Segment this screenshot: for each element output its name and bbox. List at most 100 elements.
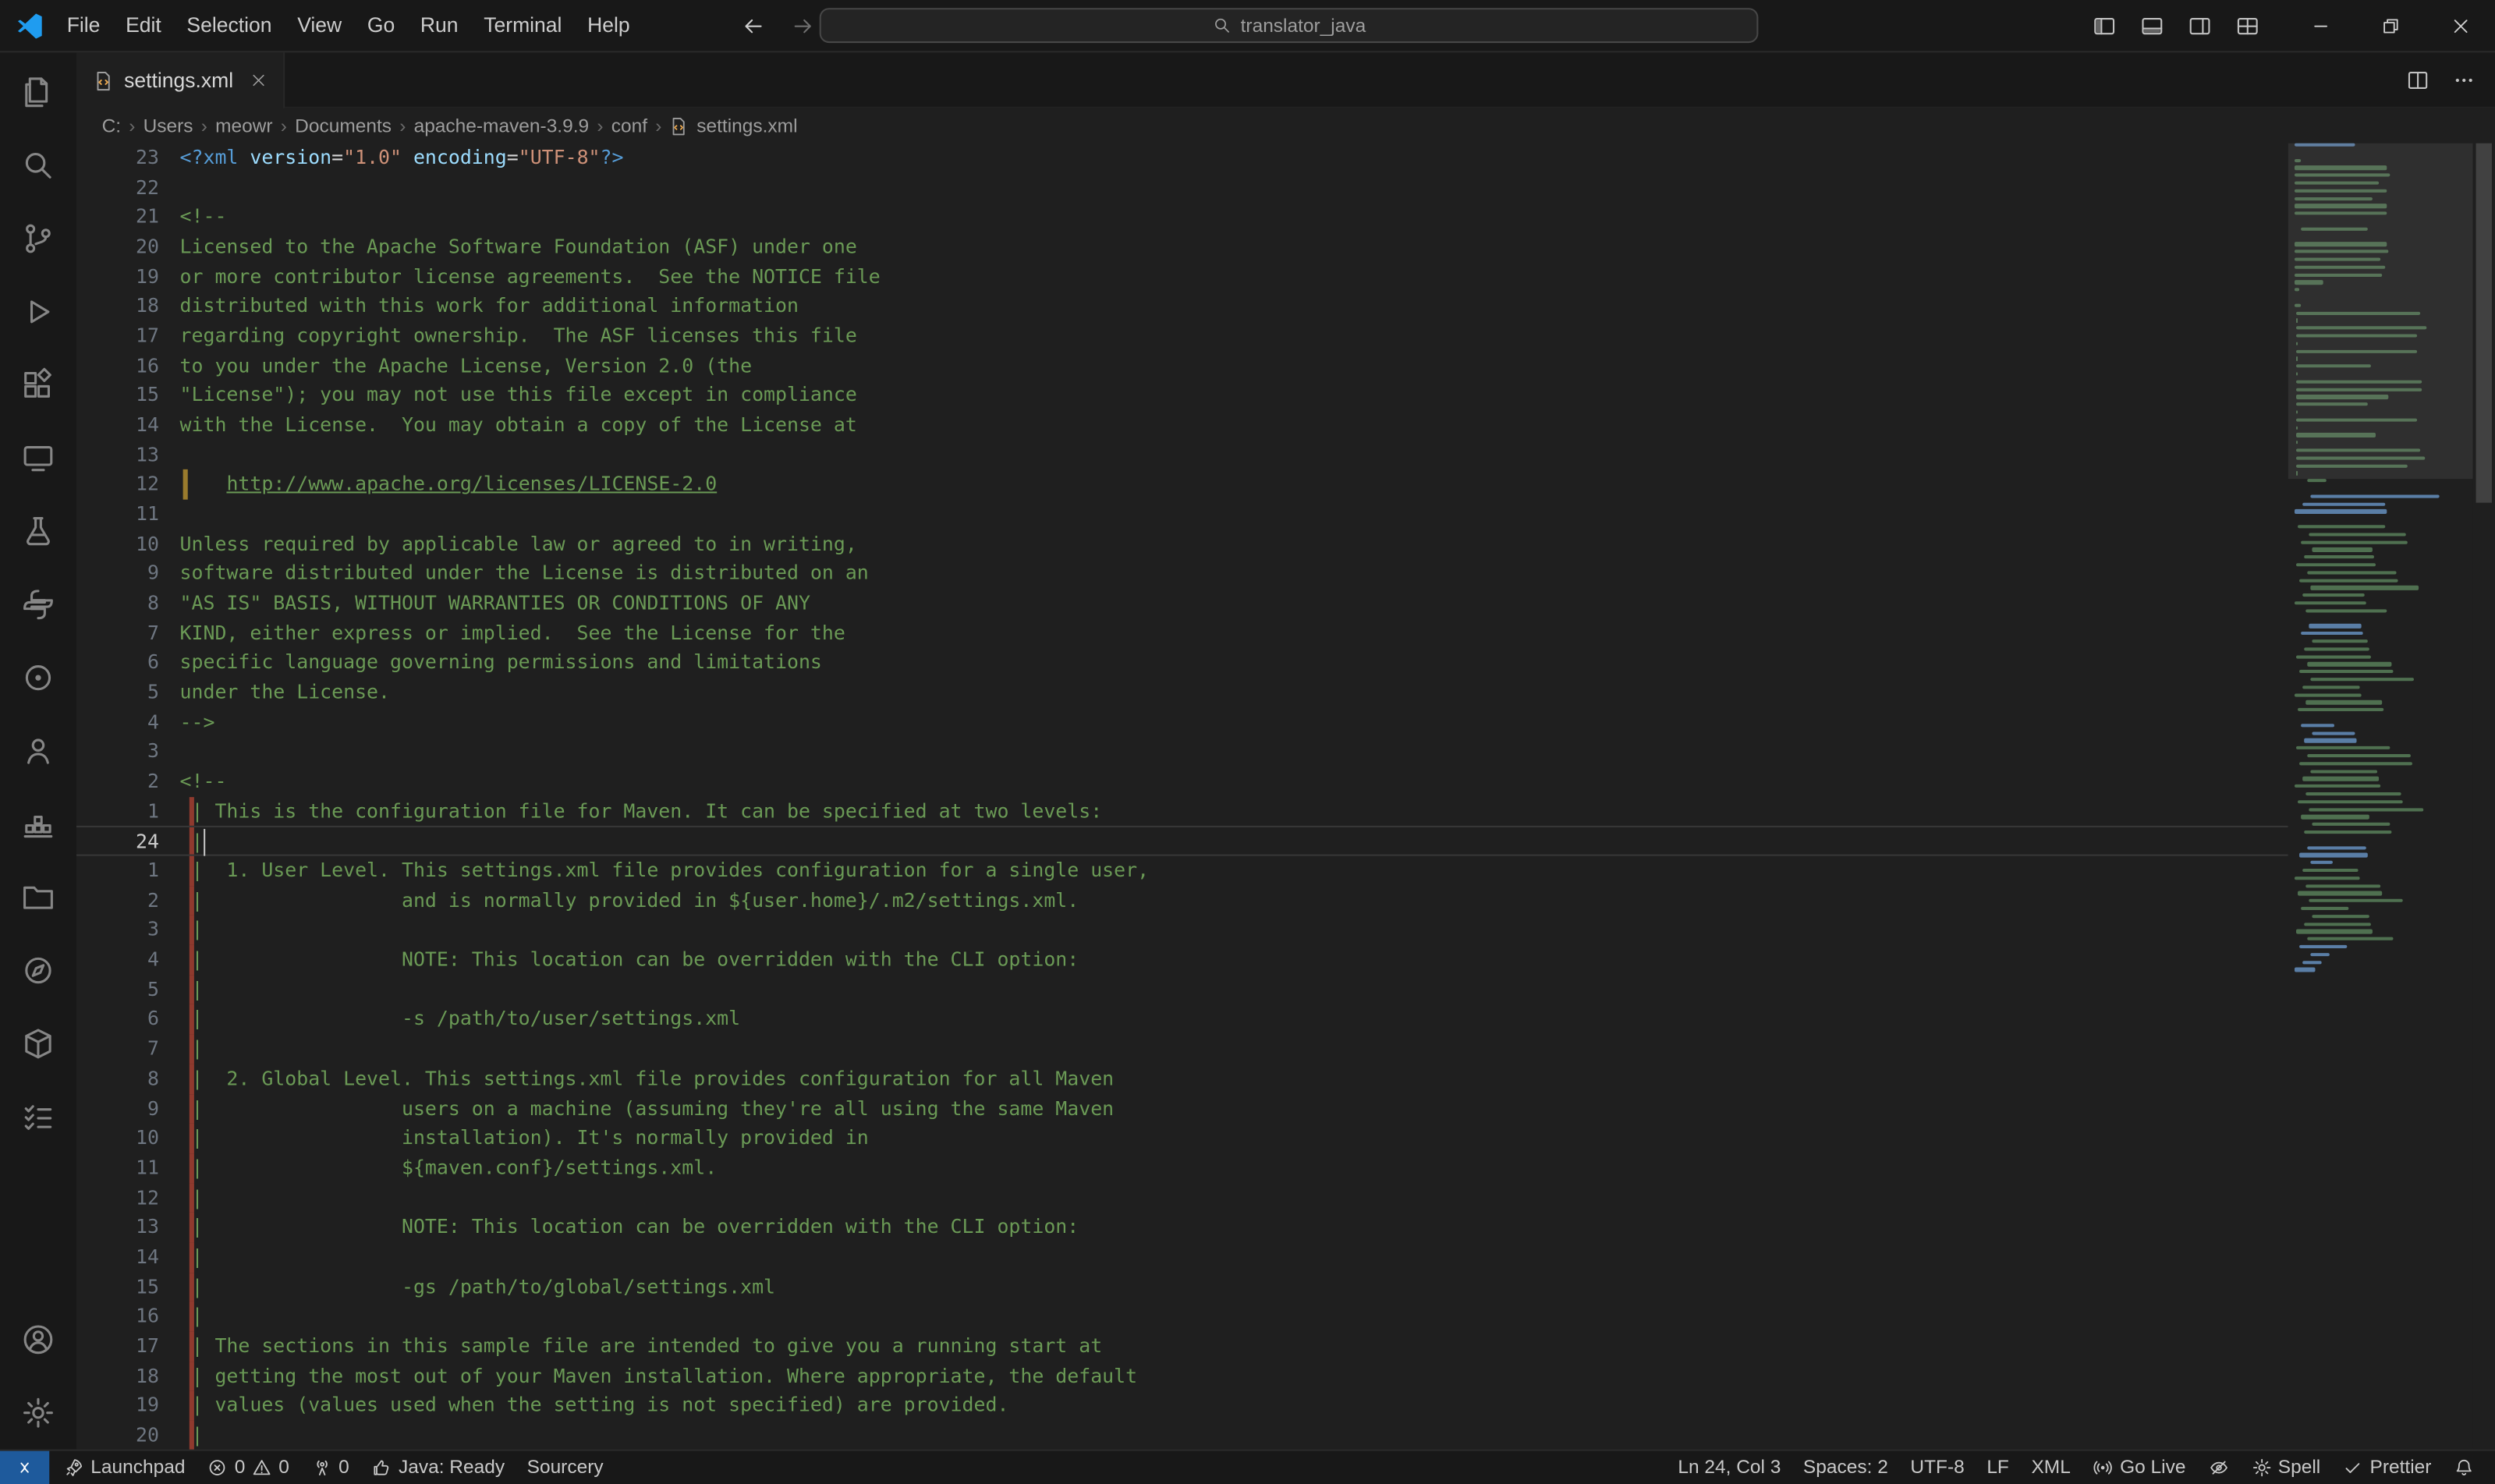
status-cursor-position[interactable]: Ln 24, Col 3 bbox=[1667, 1450, 1792, 1484]
code-line[interactable]: 13 bbox=[76, 441, 2288, 470]
line-number[interactable]: 5 bbox=[76, 975, 159, 1004]
breadcrumb-item[interactable]: Users bbox=[142, 115, 195, 137]
code-line[interactable]: 11 bbox=[76, 500, 2288, 529]
activity-python-icon[interactable] bbox=[0, 568, 76, 641]
line-number[interactable]: 23 bbox=[76, 143, 159, 173]
code-line[interactable]: 4--> bbox=[76, 707, 2288, 737]
activity-containers-icon[interactable] bbox=[0, 788, 76, 861]
activity-project-manager-icon[interactable] bbox=[0, 861, 76, 934]
code-line[interactable]: 2 | and is normally provided in ${user.h… bbox=[76, 886, 2288, 916]
breadcrumb-item[interactable]: meowr bbox=[214, 115, 275, 137]
code-line[interactable]: 19or more contributor license agreements… bbox=[76, 262, 2288, 292]
line-number[interactable]: 5 bbox=[76, 678, 159, 707]
status-notifications[interactable] bbox=[2443, 1450, 2486, 1484]
status-sourcery[interactable]: Sourcery bbox=[516, 1450, 615, 1484]
code-line[interactable]: 12 http://www.apache.org/licenses/LICENS… bbox=[76, 470, 2288, 500]
menu-go[interactable]: Go bbox=[355, 0, 408, 51]
code-line[interactable]: 5under the License. bbox=[76, 678, 2288, 707]
activity-search-icon[interactable] bbox=[0, 129, 76, 202]
split-editor-icon[interactable] bbox=[2406, 68, 2430, 92]
code-line[interactable]: 10Unless required by applicable law or a… bbox=[76, 529, 2288, 559]
back-button[interactable] bbox=[741, 13, 765, 37]
line-number[interactable]: 16 bbox=[76, 1302, 159, 1331]
line-number[interactable]: 2 bbox=[76, 886, 159, 916]
menu-edit[interactable]: Edit bbox=[113, 0, 174, 51]
scrollbar-thumb[interactable] bbox=[2476, 143, 2492, 503]
status-launchpad[interactable]: Launchpad bbox=[52, 1450, 196, 1484]
line-number[interactable]: 20 bbox=[76, 232, 159, 262]
code-line[interactable]: 20Licensed to the Apache Software Founda… bbox=[76, 232, 2288, 262]
line-number[interactable]: 22 bbox=[76, 173, 159, 203]
breadcrumb-item[interactable]: Documents bbox=[293, 115, 393, 137]
status-spell-checker[interactable]: Spell bbox=[2240, 1450, 2332, 1484]
code-line[interactable]: 11 | ${maven.conf}/settings.xml. bbox=[76, 1153, 2288, 1183]
menu-file[interactable]: File bbox=[54, 0, 112, 51]
line-number[interactable]: 13 bbox=[76, 441, 159, 470]
line-number[interactable]: 15 bbox=[76, 1272, 159, 1302]
code-line[interactable]: 5 | bbox=[76, 975, 2288, 1004]
line-number[interactable]: 10 bbox=[76, 529, 159, 559]
code-line[interactable]: 8"AS IS" BASIS, WITHOUT WARRANTIES OR CO… bbox=[76, 589, 2288, 618]
code-line[interactable]: 10 | installation). It's normally provid… bbox=[76, 1124, 2288, 1153]
line-number[interactable]: 9 bbox=[76, 1094, 159, 1124]
line-number[interactable]: 4 bbox=[76, 945, 159, 975]
line-number[interactable]: 4 bbox=[76, 707, 159, 737]
line-number[interactable]: 3 bbox=[76, 916, 159, 945]
line-number[interactable]: 7 bbox=[76, 1034, 159, 1064]
code-line[interactable]: 6specific language governing permissions… bbox=[76, 648, 2288, 678]
editor-scrollbar[interactable] bbox=[2472, 143, 2495, 1450]
activity-source-control-icon[interactable] bbox=[0, 202, 76, 275]
window-minimize-button[interactable] bbox=[2285, 0, 2355, 51]
activity-sourcery-icon[interactable] bbox=[0, 934, 76, 1008]
activity-maven-icon[interactable] bbox=[0, 1007, 76, 1080]
line-number[interactable]: 10 bbox=[76, 1124, 159, 1153]
line-number[interactable]: 12 bbox=[76, 470, 159, 500]
line-number[interactable]: 16 bbox=[76, 351, 159, 381]
status-problems[interactable]: 00 bbox=[197, 1450, 300, 1484]
activity-jupyter-icon[interactable] bbox=[0, 641, 76, 714]
line-number[interactable]: 6 bbox=[76, 648, 159, 678]
status-java-status[interactable]: Java: Ready bbox=[360, 1450, 516, 1484]
status-language-mode[interactable]: XML bbox=[2020, 1450, 2082, 1484]
activity-todo-icon[interactable] bbox=[0, 1080, 76, 1153]
activity-run-and-debug-icon[interactable] bbox=[0, 275, 76, 349]
code-line[interactable]: 18distributed with this work for additio… bbox=[76, 292, 2288, 321]
status-end-of-line[interactable]: LF bbox=[1976, 1450, 2020, 1484]
line-number[interactable]: 19 bbox=[76, 1391, 159, 1421]
code-line[interactable]: 4 | NOTE: This location can be overridde… bbox=[76, 945, 2288, 975]
toggle-primary-sidebar-icon[interactable] bbox=[2093, 13, 2117, 37]
line-number[interactable]: 17 bbox=[76, 321, 159, 351]
menu-help[interactable]: Help bbox=[575, 0, 643, 51]
activity-testing-icon[interactable] bbox=[0, 495, 76, 568]
breadcrumb-item[interactable]: settings.xml bbox=[695, 115, 799, 137]
toggle-secondary-sidebar-icon[interactable] bbox=[2188, 13, 2212, 37]
code-line[interactable]: 6 | -s /path/to/user/settings.xml bbox=[76, 1004, 2288, 1034]
line-number[interactable]: 1 bbox=[76, 856, 159, 886]
line-number[interactable]: 14 bbox=[76, 410, 159, 440]
code-line[interactable]: 24 | bbox=[76, 827, 2288, 856]
code-line[interactable]: 1 | This is the configuration file for M… bbox=[76, 797, 2288, 827]
customize-layout-icon[interactable] bbox=[2235, 13, 2259, 37]
code-line[interactable]: 7KIND, either express or implied. See th… bbox=[76, 618, 2288, 648]
tab-close-icon[interactable] bbox=[250, 72, 267, 89]
code-line[interactable]: 18 | getting the most out of your Maven … bbox=[76, 1361, 2288, 1390]
code-line[interactable]: 7 | bbox=[76, 1034, 2288, 1064]
code-line[interactable]: 20 | bbox=[76, 1421, 2288, 1450]
line-number[interactable]: 14 bbox=[76, 1242, 159, 1272]
status-toggle-hidden[interactable] bbox=[2197, 1450, 2240, 1484]
code-line[interactable]: 15 | -gs /path/to/global/settings.xml bbox=[76, 1272, 2288, 1302]
editor-more-actions-icon[interactable] bbox=[2452, 68, 2476, 92]
minimap[interactable] bbox=[2288, 143, 2473, 1450]
status-indentation[interactable]: Spaces: 2 bbox=[1792, 1450, 1899, 1484]
code-line[interactable]: 13 | NOTE: This location can be overridd… bbox=[76, 1213, 2288, 1242]
code-line[interactable]: 9 | users on a machine (assuming they're… bbox=[76, 1094, 2288, 1124]
line-number[interactable]: 3 bbox=[76, 738, 159, 767]
activity-remote-explorer-icon[interactable] bbox=[0, 422, 76, 495]
code-line[interactable]: 14with the License. You may obtain a cop… bbox=[76, 410, 2288, 440]
menu-view[interactable]: View bbox=[285, 0, 355, 51]
code-line[interactable]: 16 | bbox=[76, 1302, 2288, 1331]
menu-terminal[interactable]: Terminal bbox=[471, 0, 575, 51]
line-number[interactable]: 1 bbox=[76, 797, 159, 827]
code-line[interactable]: 17 | The sections in this sample file ar… bbox=[76, 1331, 2288, 1361]
line-number[interactable]: 18 bbox=[76, 1361, 159, 1390]
